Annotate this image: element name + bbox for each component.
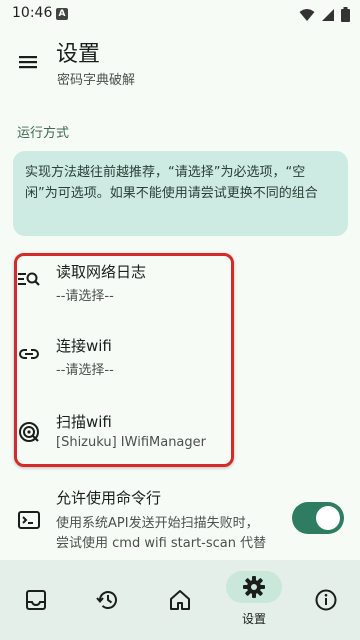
setting-value: --请选择-- (56, 289, 114, 304)
info-icon (315, 589, 337, 611)
status-time: 10:46 (12, 5, 53, 21)
home-icon (170, 590, 190, 610)
setting-title: 扫描wifi (56, 413, 112, 431)
inbox-icon (26, 590, 46, 610)
status-bar: 10:46 A (0, 0, 360, 28)
setting-title: 连接wifi (56, 337, 112, 355)
setting-value: --请选择-- (56, 363, 114, 378)
terminal-icon (18, 511, 40, 529)
gear-icon (243, 576, 265, 598)
cellular-signal-icon (322, 8, 334, 21)
link-icon (19, 349, 39, 359)
page-subtitle: 密码字典破解 (57, 73, 136, 88)
scan-target-icon (19, 422, 39, 442)
settings-screen: 10:46 A 设置 密码字典破解 运行方式 实现方法越往前越推荐，“请选择”为… (0, 0, 360, 640)
setting-title: 读取网络日志 (56, 263, 147, 281)
battery-icon (341, 7, 350, 22)
command-line-toggle[interactable] (292, 502, 344, 534)
setting-title: 允许使用命令行 (56, 489, 162, 507)
menu-icon[interactable] (16, 50, 40, 74)
setting-scan-wifi[interactable]: 扫描wifi [Shizuku] IWifiManager (0, 408, 360, 470)
section-label: 运行方式 (17, 126, 70, 141)
setting-description-line2: 尝试使用 cmd wifi start-scan 代替 (56, 536, 267, 551)
info-box: 实现方法越往前越推荐，“请选择”为必选项，“空闲”为可选项。如果不能使用请尝试更… (13, 151, 348, 236)
nav-item-info[interactable] (290, 560, 360, 640)
nav-item-home[interactable] (144, 560, 216, 640)
setting-description-line1: 使用系统API发送开始扫描失败时， (56, 516, 259, 531)
page-title: 设置 (56, 42, 101, 67)
setting-value: [Shizuku] IWifiManager (56, 435, 206, 450)
history-icon (96, 591, 117, 609)
log-search-icon (18, 272, 40, 286)
nav-item-inbox[interactable] (0, 560, 72, 640)
wifi-icon (299, 8, 315, 21)
status-icons (299, 7, 350, 22)
bottom-navigation: 设置 (0, 560, 360, 640)
nav-label-settings: 设置 (241, 612, 266, 626)
setting-connect-wifi[interactable]: 连接wifi --请选择-- (0, 332, 360, 394)
nav-item-settings[interactable]: 设置 (218, 560, 290, 640)
setting-read-network-log[interactable]: 读取网络日志 --请选择-- (0, 256, 360, 318)
toggle-knob (316, 506, 340, 530)
nav-item-history[interactable] (72, 560, 144, 640)
notification-a-icon: A (56, 8, 68, 20)
